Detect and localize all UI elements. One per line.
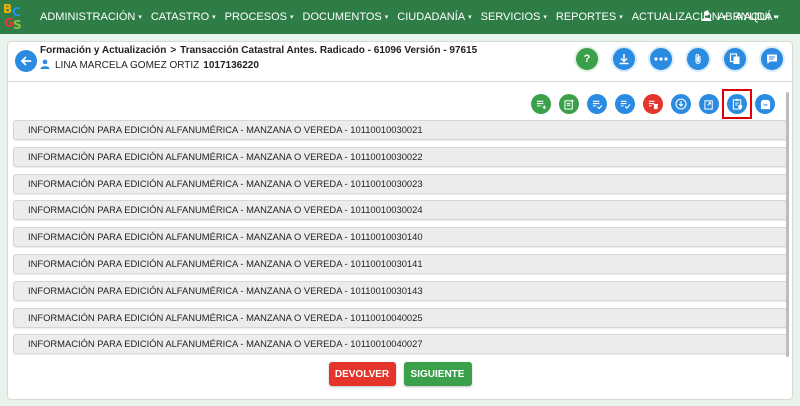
transaction-card: Formación y Actualización > Transacción Ca… — [7, 41, 793, 400]
breadcrumb-item-transaccion: Transacción Catastral Antes. Radicado - … — [180, 45, 478, 56]
edit-note-icon — [563, 98, 574, 110]
list-item[interactable]: INFORMACIÓN PARA EDICIÓN ALFANUMÉRICA - … — [13, 307, 789, 328]
download-button[interactable] — [611, 46, 637, 72]
menu-label: CATASTRO — [150, 11, 210, 23]
menu-item-reportes[interactable]: REPORTES ▾ — [553, 11, 629, 23]
menu-item-catastro[interactable]: CATASTRO ▾ — [148, 11, 222, 23]
more-button[interactable] — [648, 46, 674, 72]
return-button[interactable]: DEVOLVER — [328, 362, 396, 386]
list-done-icon — [620, 100, 630, 109]
menu-label: CIUDADANÍA — [397, 11, 466, 23]
delete-list-icon — [648, 100, 658, 109]
user-menu[interactable]: ABRIAQUÍ ▾ — [701, 0, 777, 34]
logo-letter-s: S — [13, 18, 22, 32]
attachment-button[interactable] — [685, 46, 711, 72]
download-icon — [619, 54, 629, 65]
record-toolbar — [523, 89, 775, 119]
chevron-down-icon: ▾ — [773, 14, 777, 21]
add-list-icon — [536, 100, 546, 109]
edit-note-button[interactable] — [559, 94, 579, 114]
breadcrumb: Formación y Actualización > Transacción Ca… — [40, 45, 477, 56]
help-button[interactable]: ? — [574, 46, 600, 72]
menu-item-documentos[interactable]: DOCUMENTOS ▾ — [300, 11, 395, 23]
list-item[interactable]: INFORMACIÓN PARA EDICIÓN ALFANUMÉRICA - … — [13, 120, 789, 140]
list-scrollbar[interactable] — [786, 92, 789, 357]
assigned-user: LINA MARCELA GOMEZ ORTIZ 1017136220 — [40, 59, 259, 72]
chevron-down-icon: ▾ — [384, 14, 389, 21]
chevron-down-icon: ▾ — [212, 14, 216, 21]
breadcrumb-item-formacion[interactable]: Formación y Actualización — [40, 45, 166, 56]
comment-button[interactable] — [759, 46, 785, 72]
top-navbar: B C G S ADMINISTRACIÓN ▾ CATASTRO ▾ PROCES… — [0, 0, 800, 34]
delete-list-button[interactable] — [643, 94, 663, 114]
download-circle-button[interactable] — [671, 94, 691, 114]
menu-label: ADMINISTRACIÓN — [40, 11, 136, 23]
list-item[interactable]: INFORMACIÓN PARA EDICIÓN ALFANUMÉRICA - … — [13, 334, 789, 355]
list-item[interactable]: INFORMACIÓN PARA EDICIÓN ALFANUMÉRICA - … — [13, 200, 789, 221]
download-circle-icon — [675, 98, 687, 110]
list-item[interactable]: INFORMACIÓN PARA EDICIÓN ALFANUMÉRICA - … — [13, 146, 789, 167]
export-icon — [703, 99, 713, 110]
menu-item-administracion[interactable]: ADMINISTRACIÓN ▾ — [37, 11, 148, 23]
list-check-button[interactable] — [587, 94, 607, 114]
archive-button[interactable] — [755, 94, 775, 114]
menu-label: REPORTES — [555, 11, 617, 23]
chevron-down-icon: ▾ — [138, 14, 142, 21]
user-icon — [701, 10, 712, 24]
card-header: Formación y Actualización > Transacción Ca… — [8, 42, 792, 82]
list-item[interactable]: INFORMACIÓN PARA EDICIÓN ALFANUMÉRICA - … — [13, 227, 789, 248]
copy-button[interactable] — [722, 46, 748, 72]
breadcrumb-separator: > — [170, 45, 177, 56]
chevron-down-icon: ▾ — [619, 14, 623, 21]
help-icon: ? — [583, 53, 591, 65]
main-menu: ADMINISTRACIÓN ▾ CATASTRO ▾ PROCESOS ▾ DOCU… — [37, 11, 785, 23]
assigned-user-document: 1017136220 — [203, 60, 259, 71]
list-item[interactable]: INFORMACIÓN PARA EDICIÓN ALFANUMÉRICA - … — [13, 173, 789, 194]
chevron-down-icon: ▾ — [543, 14, 547, 21]
menu-label: SERVICIOS — [480, 11, 541, 23]
clipboard-settings-icon — [732, 98, 742, 110]
copy-icon — [729, 53, 740, 64]
more-icon — [654, 57, 668, 61]
clipboard-settings-button[interactable] — [727, 94, 747, 114]
chevron-down-icon: ▾ — [290, 14, 294, 21]
list-check-icon — [592, 100, 602, 109]
list-item[interactable]: INFORMACIÓN PARA EDICIÓN ALFANUMÉRICA - … — [13, 280, 789, 301]
export-button[interactable] — [699, 94, 719, 114]
add-list-button[interactable] — [531, 94, 551, 114]
card-footer: DEVOLVER SIGUIENTE — [8, 362, 792, 392]
attachment-icon — [695, 54, 701, 65]
menu-item-servicios[interactable]: SERVICIOS ▾ — [478, 11, 553, 23]
highlight-frame — [722, 89, 752, 119]
menu-item-procesos[interactable]: PROCESOS ▾ — [222, 11, 300, 23]
list-done-button[interactable] — [615, 94, 635, 114]
user-name: ABRIAQUÍ — [717, 11, 771, 23]
assigned-user-name: LINA MARCELA GOMEZ ORTIZ — [55, 60, 200, 71]
next-button[interactable]: SIGUIENTE — [403, 362, 472, 386]
chevron-down-icon: ▾ — [468, 14, 472, 21]
header-actions: ? — [563, 46, 785, 72]
menu-label: DOCUMENTOS — [302, 11, 382, 23]
arrow-left-icon — [20, 56, 32, 66]
menu-item-ciudadania[interactable]: CIUDADANÍA ▾ — [394, 11, 477, 23]
user-icon — [40, 59, 50, 72]
menu-label: PROCESOS — [224, 11, 287, 23]
block-list: INFORMACIÓN PARA EDICIÓN ALFANUMÉRICA - … — [13, 120, 789, 361]
logo-letter-b: B — [3, 2, 13, 16]
app-logo[interactable]: B C G S — [0, 0, 34, 34]
archive-icon — [760, 99, 770, 109]
list-item[interactable]: INFORMACIÓN PARA EDICIÓN ALFANUMÉRICA - … — [13, 253, 789, 274]
comment-icon — [767, 54, 777, 64]
back-button[interactable] — [15, 50, 37, 72]
